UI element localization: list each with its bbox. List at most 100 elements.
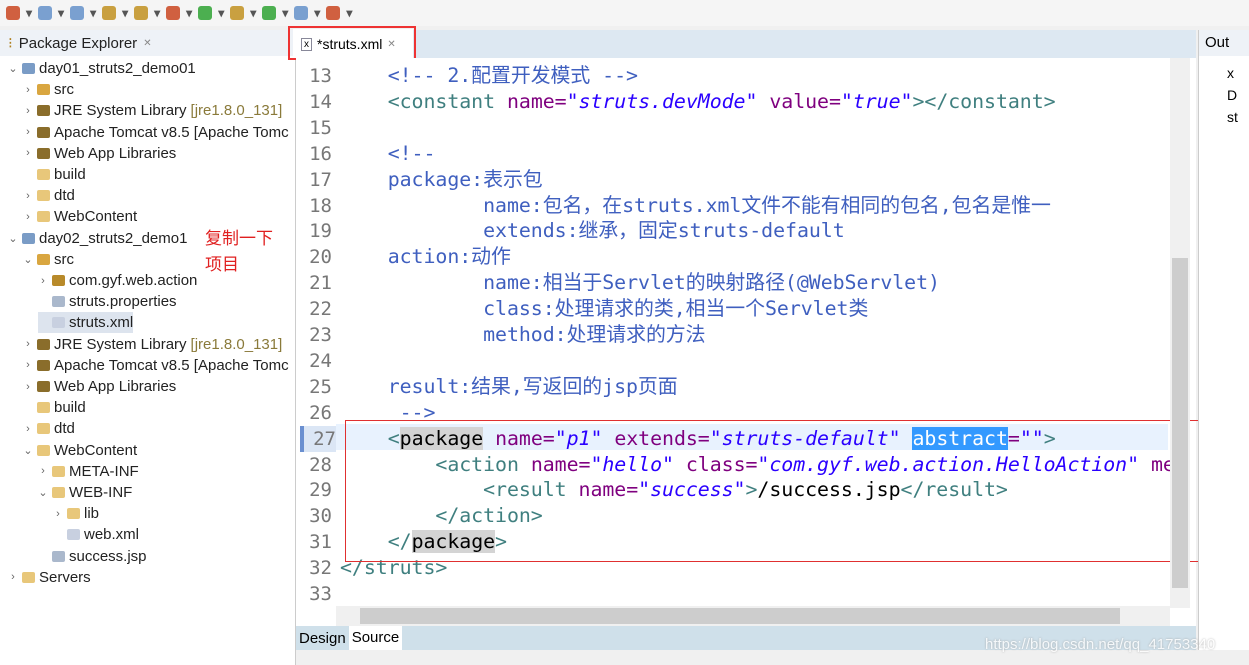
outline-item[interactable]: x (1227, 62, 1249, 84)
expand-toggle-icon[interactable]: ⌄ (38, 486, 48, 499)
tree-item[interactable]: success.jsp (38, 546, 147, 567)
tree-item[interactable]: ⌄ WEB-INF (38, 482, 132, 503)
tree-item[interactable]: ⌄ src (23, 249, 74, 270)
external-tools-icon[interactable] (198, 6, 213, 20)
dropdown-icon[interactable]: ▾ (314, 6, 320, 20)
code-line: <!-- (340, 141, 436, 167)
line-number: 17 (309, 168, 332, 191)
code-line: result:结果,写返回的jsp页面 (340, 374, 678, 400)
dropdown-icon[interactable]: ▾ (58, 6, 64, 20)
tree-item[interactable]: ⌄ day01_struts2_demo01 (8, 58, 195, 79)
expand-toggle-icon[interactable]: ⌄ (23, 444, 33, 457)
line-number: 19 (309, 220, 332, 243)
tree-item[interactable]: › com.gyf.web.action (38, 270, 197, 291)
expand-toggle-icon[interactable]: ⌄ (8, 62, 18, 75)
expand-toggle-icon[interactable]: › (23, 105, 33, 117)
expand-toggle-icon[interactable]: ⌄ (8, 232, 18, 245)
tab-package-explorer[interactable]: ⁝ Package Explorer ✕ (0, 30, 295, 56)
expand-toggle-icon[interactable]: › (38, 275, 48, 287)
tree-item-label: Apache Tomcat v8.5 [Apache Tomc (54, 123, 289, 141)
back-icon[interactable] (294, 6, 309, 20)
dropdown-icon[interactable]: ▾ (218, 6, 224, 20)
search-icon[interactable] (262, 6, 277, 20)
tree-item[interactable]: › Servers (8, 567, 91, 588)
expand-toggle-icon[interactable]: › (23, 126, 33, 138)
expand-toggle-icon[interactable]: › (53, 508, 63, 520)
tree-item[interactable]: ⌄ WebContent (23, 440, 137, 461)
expand-toggle-icon[interactable]: › (23, 211, 33, 223)
folder-icon (37, 402, 50, 414)
tree-item-label: src (54, 81, 74, 99)
expand-toggle-icon[interactable]: › (23, 147, 33, 159)
tree-item[interactable]: › Apache Tomcat v8.5 [Apache Tomc (23, 122, 289, 143)
tree-item[interactable]: › Web App Libraries (23, 143, 176, 164)
tab-highlight-box (288, 26, 416, 60)
open-type-icon[interactable] (230, 6, 245, 20)
line-number: 33 (309, 583, 332, 605)
expand-toggle-icon[interactable]: › (23, 423, 33, 435)
dropdown-icon[interactable]: ▾ (26, 6, 32, 20)
save-icon[interactable] (38, 6, 53, 20)
forward-icon[interactable] (326, 6, 341, 20)
outline-item[interactable]: st (1227, 106, 1249, 128)
dropdown-icon[interactable]: ▾ (346, 6, 352, 20)
tree-item[interactable]: › dtd (23, 418, 75, 439)
dropdown-icon[interactable]: ▾ (282, 6, 288, 20)
code-token: method:处理请求的方法 (340, 323, 706, 346)
tree-item[interactable]: ⌄ day02_struts2_demo1 (8, 228, 187, 249)
tree-item[interactable]: › lib (53, 503, 99, 524)
dropdown-icon[interactable]: ▾ (250, 6, 256, 20)
tab-outline[interactable]: Out (1199, 30, 1249, 56)
expand-toggle-icon[interactable]: ⌄ (23, 253, 33, 266)
tree-item-label: struts.properties (69, 293, 177, 311)
line-number: 29 (309, 479, 332, 502)
tree-item[interactable]: build (23, 164, 86, 185)
dropdown-icon[interactable]: ▾ (122, 6, 128, 20)
tree-item[interactable]: › dtd (23, 185, 75, 206)
tree-item[interactable]: › JRE System Library [jre1.8.0_131] (23, 100, 282, 121)
new-icon[interactable] (6, 6, 20, 20)
tree-item[interactable]: › src (23, 79, 74, 100)
library-icon (37, 105, 50, 117)
expand-toggle-icon[interactable]: › (8, 571, 18, 583)
expand-toggle-icon[interactable]: › (23, 338, 33, 350)
tree-item-label: web.xml (84, 526, 140, 544)
expand-toggle-icon[interactable]: › (23, 190, 33, 202)
tree-item[interactable]: web.xml (53, 524, 139, 545)
tree-item-label: Apache Tomcat v8.5 [Apache Tomc (54, 356, 289, 374)
run-icon[interactable] (166, 6, 181, 20)
tab-design[interactable]: Design (296, 630, 349, 647)
horizontal-scrollbar[interactable] (336, 606, 1170, 626)
tree-item[interactable]: › Web App Libraries (23, 376, 176, 397)
tree-item-label: day02_struts2_demo1 (39, 229, 188, 247)
main-toolbar: ▾ ▾ ▾ ▾ ▾ ▾ ▾ ▾ ▾ ▾ ▾ (0, 0, 1249, 26)
line-number: 18 (309, 194, 332, 217)
save-all-icon[interactable] (70, 6, 85, 20)
tree-item[interactable]: struts.properties (38, 291, 177, 312)
tab-source[interactable]: Source (348, 626, 403, 650)
tree-item[interactable]: › Apache Tomcat v8.5 [Apache Tomc (23, 355, 289, 376)
tree-item[interactable]: › WebContent (23, 206, 137, 227)
tree-item[interactable]: › JRE System Library [jre1.8.0_131] (23, 334, 282, 355)
print-icon[interactable] (102, 6, 117, 20)
outline-item[interactable]: D (1227, 84, 1249, 106)
expand-toggle-icon[interactable]: › (23, 381, 33, 393)
file-icon (52, 296, 65, 308)
expand-toggle-icon[interactable]: › (23, 359, 33, 371)
tree-item[interactable]: › META-INF (38, 461, 139, 482)
tree-item[interactable]: build (23, 397, 86, 418)
folder-icon (37, 423, 50, 435)
close-icon[interactable]: ✕ (143, 38, 151, 49)
expand-toggle-icon[interactable]: › (38, 465, 48, 477)
dropdown-icon[interactable]: ▾ (186, 6, 192, 20)
expand-toggle-icon[interactable]: › (23, 84, 33, 96)
tree-item[interactable]: struts.xml (38, 312, 134, 334)
dropdown-icon[interactable]: ▾ (154, 6, 160, 20)
vertical-scrollbar[interactable] (1170, 58, 1190, 608)
debug-icon[interactable] (134, 6, 149, 20)
dropdown-icon[interactable]: ▾ (90, 6, 96, 20)
code-token: class:处理请求的类,相当一个Servlet类 (340, 297, 869, 321)
library-icon (37, 381, 50, 392)
